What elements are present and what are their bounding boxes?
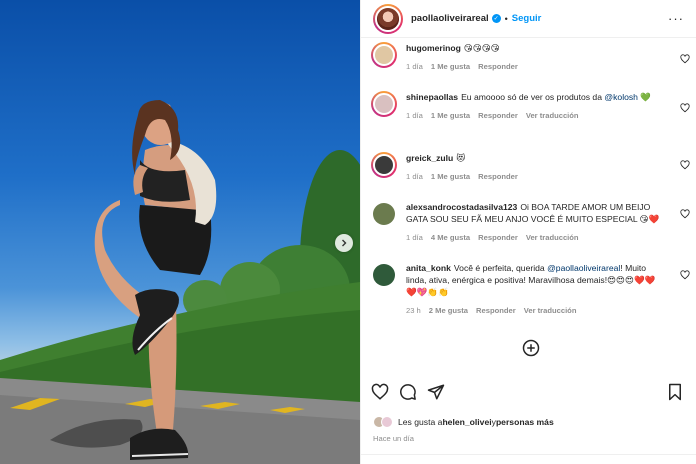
comment-meta: 23 h 2 Me gusta Responder Ver traducción	[406, 305, 666, 317]
reply-button[interactable]: Responder	[478, 171, 518, 183]
send-icon[interactable]	[427, 383, 445, 401]
see-translation-button[interactable]: Ver traducción	[526, 232, 579, 244]
likes-prefix: Les gusta a	[398, 417, 443, 427]
other-likers-link[interactable]: personas más	[496, 417, 554, 427]
comment-likes[interactable]: 4 Me gusta	[431, 232, 470, 244]
see-translation-button[interactable]: Ver traducción	[526, 110, 579, 122]
see-translation-button[interactable]: Ver traducción	[524, 305, 577, 317]
comment-time[interactable]: 1 día	[406, 171, 423, 183]
likes-summary: Les gusta a helen_olivei y personas más	[373, 416, 554, 428]
comment-meta: 1 día 1 Me gusta Responder	[406, 171, 666, 183]
commenter-avatar[interactable]	[371, 152, 397, 178]
commenter-username[interactable]: alexsandrocostadasilva123	[406, 202, 517, 212]
comment-mention-link[interactable]: @paollaoliveirareal	[547, 263, 620, 273]
commenter-username[interactable]: hugomerinog	[406, 43, 461, 53]
comment-meta: 1 día 4 Me gusta Responder Ver traducció…	[406, 232, 666, 244]
comment-item: greick_zulu 😻 1 día 1 Me gusta Responder	[371, 152, 696, 183]
comment-likes[interactable]: 1 Me gusta	[431, 61, 470, 73]
comment-like-heart-icon[interactable]	[680, 54, 690, 64]
post-header: paollaoliveirareal ✓ • Seguir ···	[361, 0, 696, 38]
comment-item: hugomerinog 😘😘😘😘 1 día 1 Me gusta Respond…	[371, 42, 696, 73]
comment-item: anita_konk Você é perfeita, querida @paol…	[371, 262, 696, 317]
comments-list: hugomerinog 😘😘😘😘 1 día 1 Me gusta Respond…	[361, 38, 696, 366]
comment-time[interactable]: 1 día	[406, 110, 423, 122]
post-photo-scene	[0, 100, 360, 464]
author-username[interactable]: paollaoliveirareal	[411, 13, 489, 24]
liker-avatar	[381, 416, 393, 428]
header-separator: •	[504, 13, 508, 24]
verified-badge-icon: ✓	[491, 14, 501, 23]
comment-mention-link[interactable]: @kolosh	[604, 92, 638, 102]
comment-like-heart-icon[interactable]	[680, 270, 690, 280]
comment-likes[interactable]: 1 Me gusta	[431, 110, 470, 122]
reply-button[interactable]: Responder	[478, 110, 518, 122]
post-actions-bar	[371, 380, 686, 404]
plus-circle-icon[interactable]	[522, 339, 540, 357]
liker-username[interactable]: helen_olivei	[442, 417, 491, 427]
comment-meta: 1 día 1 Me gusta Responder	[406, 61, 666, 73]
divider	[361, 454, 696, 455]
comment-like-heart-icon[interactable]	[680, 103, 690, 113]
post-photo[interactable]	[0, 0, 360, 464]
reply-button[interactable]: Responder	[478, 61, 518, 73]
commenter-avatar[interactable]	[373, 264, 395, 286]
comment-time[interactable]: 1 día	[406, 232, 423, 244]
comment-like-heart-icon[interactable]	[680, 160, 690, 170]
comment-likes[interactable]: 2 Me gusta	[429, 305, 468, 317]
comment-item: shinepaollas Eu amoooo só de ver os produ…	[371, 91, 696, 122]
comment-likes[interactable]: 1 Me gusta	[431, 171, 470, 183]
commenter-username[interactable]: anita_konk	[406, 263, 451, 273]
comment-text: 😻	[456, 153, 466, 163]
reply-button[interactable]: Responder	[478, 232, 518, 244]
comment-text: Você é perfeita, querida	[453, 263, 548, 273]
more-options-button[interactable]: ···	[668, 11, 684, 26]
chevron-right-icon	[342, 239, 347, 247]
author-avatar[interactable]	[373, 3, 403, 34]
post-timestamp[interactable]: Hace un día	[373, 434, 414, 443]
commenter-avatar[interactable]	[371, 42, 397, 68]
reply-button[interactable]: Responder	[476, 305, 516, 317]
post-side-panel: paollaoliveirareal ✓ • Seguir ··· hugome…	[360, 0, 696, 464]
comment-icon[interactable]	[399, 383, 417, 401]
commenter-username[interactable]: greick_zulu	[406, 153, 453, 163]
heart-icon[interactable]	[371, 383, 389, 401]
comment-item: alexsandrocostadasilva123 Oi BOA TARDE AM…	[371, 201, 696, 244]
comment-like-heart-icon[interactable]	[680, 209, 690, 219]
comment-meta: 1 día 1 Me gusta Responder Ver traducció…	[406, 110, 666, 122]
comment-text: Eu amoooo só de ver os produtos da	[461, 92, 605, 102]
commenter-avatar[interactable]	[371, 91, 397, 117]
comment-text-after: 💚	[637, 92, 652, 102]
carousel-next-button[interactable]	[335, 234, 353, 252]
follow-button[interactable]: Seguir	[512, 13, 542, 24]
comment-text: 😘😘😘😘	[463, 43, 500, 53]
bookmark-icon[interactable]	[666, 383, 684, 401]
commenter-username[interactable]: shinepaollas	[406, 92, 458, 102]
comment-time[interactable]: 1 día	[406, 61, 423, 73]
commenter-avatar[interactable]	[373, 203, 395, 225]
comment-time[interactable]: 23 h	[406, 305, 421, 317]
